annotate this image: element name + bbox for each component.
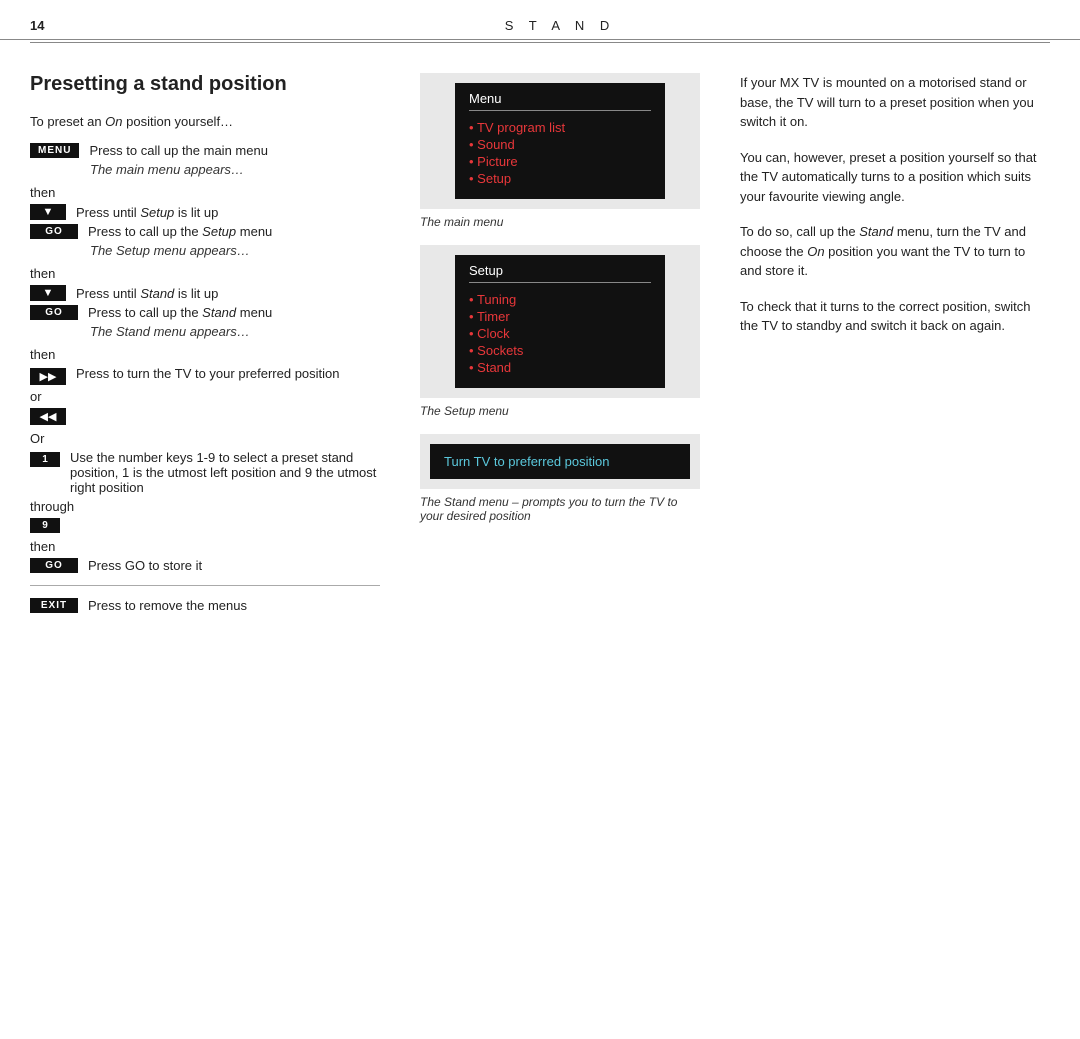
setup-menu-caption: The Setup menu [420,404,700,418]
page-number: 14 [30,18,70,33]
page-title-header: S T A N D [70,18,1050,33]
step-go-store: GO Press GO to store it [30,558,380,573]
main-menu-screen: Menu • TV program list • Sound • Picture… [420,73,700,209]
exit-desc: Press to remove the menus [88,598,247,613]
go-desc-2: Press to call up the Stand menu [88,305,272,320]
main-menu-box: Menu • TV program list • Sound • Picture… [455,83,665,199]
right-para-3: To do so, call up the Stand menu, turn t… [740,222,1050,281]
step-exit: EXIT Press to remove the menus [30,598,380,613]
then-label-4: then [30,539,380,554]
right-para-1: If your MX TV is mounted on a motorised … [740,73,1050,132]
main-menu-title: Menu [469,91,651,111]
go-button-2: GO [30,305,78,320]
arrow-down-icon-2: ▼ [30,285,66,301]
setup-menu-title: Setup [469,263,651,283]
step-menu-btn: MENU Press to call up the main menu [30,143,380,158]
intro-text: To preset an On position yourself… [30,114,380,129]
setup-menu-item-timer: • Timer [469,308,651,325]
go-button-3: GO [30,558,78,573]
stand-menu-screen: Turn TV to preferred position [420,434,700,489]
arrow-down-desc-1: Press until Setup is lit up [76,205,218,220]
setup-menu-item-tuning: • Tuning [469,291,651,308]
note-main-menu: The main menu appears… [90,162,380,177]
step-arrow-stand: ▼ Press until Stand is lit up [30,285,380,301]
note-stand-menu: The Stand menu appears… [90,324,380,339]
arrow-down-icon-1: ▼ [30,204,66,220]
go-button-1: GO [30,224,78,239]
number-btn-1: 1 [30,452,60,467]
step-go-stand: GO Press to call up the Stand menu [30,305,380,320]
setup-menu-box: Setup • Tuning • Timer • Clock • Sockets… [455,255,665,388]
right-para-2: You can, however, preset a position your… [740,148,1050,207]
step-num-9: 9 [30,518,380,533]
section-title: Presetting a stand position [30,73,380,96]
main-menu-caption: The main menu [420,215,700,229]
menu-item-setup: • Setup [469,170,651,187]
arrow-fwd-desc: Press to turn the TV to your preferred p… [76,366,340,381]
menu-button: MENU [30,143,79,158]
arrow-down-desc-2: Press until Stand is lit up [76,286,218,301]
setup-menu-item-clock: • Clock [469,325,651,342]
step-num-1: 1 Use the number keys 1-9 to select a pr… [30,450,380,495]
note-setup-menu: The Setup menu appears… [90,243,380,258]
or-label-1: or [30,389,380,404]
then-label-1: then [30,185,380,200]
then-label-3: then [30,347,380,362]
menu-desc: Press to call up the main menu [89,143,267,158]
step-arrow-setup: ▼ Press until Setup is lit up [30,204,380,220]
step-arrow-fwd: ▶▶ Press to turn the TV to your preferre… [30,366,380,385]
exit-button: EXIT [30,598,78,613]
setup-menu-item-sockets: • Sockets [469,342,651,359]
arrow-back-icon: ◀◀ [30,408,66,425]
go-desc-1: Press to call up the Setup menu [88,224,272,239]
stand-menu-caption: The Stand menu – prompts you to turn the… [420,495,700,523]
step-arrow-back: ◀◀ [30,408,380,425]
go-store-desc: Press GO to store it [88,558,202,573]
right-para-4: To check that it turns to the correct po… [740,297,1050,336]
turn-tv-text: Turn TV to preferred position [444,454,609,469]
menu-item-tv-program: • TV program list [469,119,651,136]
turn-tv-bar: Turn TV to preferred position [430,444,690,479]
arrow-fwd-icon: ▶▶ [30,368,66,385]
number-btn-9: 9 [30,518,60,533]
menu-item-picture: • Picture [469,153,651,170]
menu-item-sound: • Sound [469,136,651,153]
setup-menu-screen: Setup • Tuning • Timer • Clock • Sockets… [420,245,700,398]
right-column: If your MX TV is mounted on a motorised … [720,73,1050,617]
middle-column: Menu • TV program list • Sound • Picture… [400,73,720,617]
setup-menu-item-stand: • Stand [469,359,651,376]
then-label-2: then [30,266,380,281]
or-label-2: Or [30,431,380,446]
step-go-setup: GO Press to call up the Setup menu [30,224,380,239]
number-desc: Use the number keys 1-9 to select a pres… [70,450,380,495]
through-label: through [30,499,380,514]
left-column: Presetting a stand position To preset an… [30,73,400,617]
page-header: 14 S T A N D [0,0,1080,40]
